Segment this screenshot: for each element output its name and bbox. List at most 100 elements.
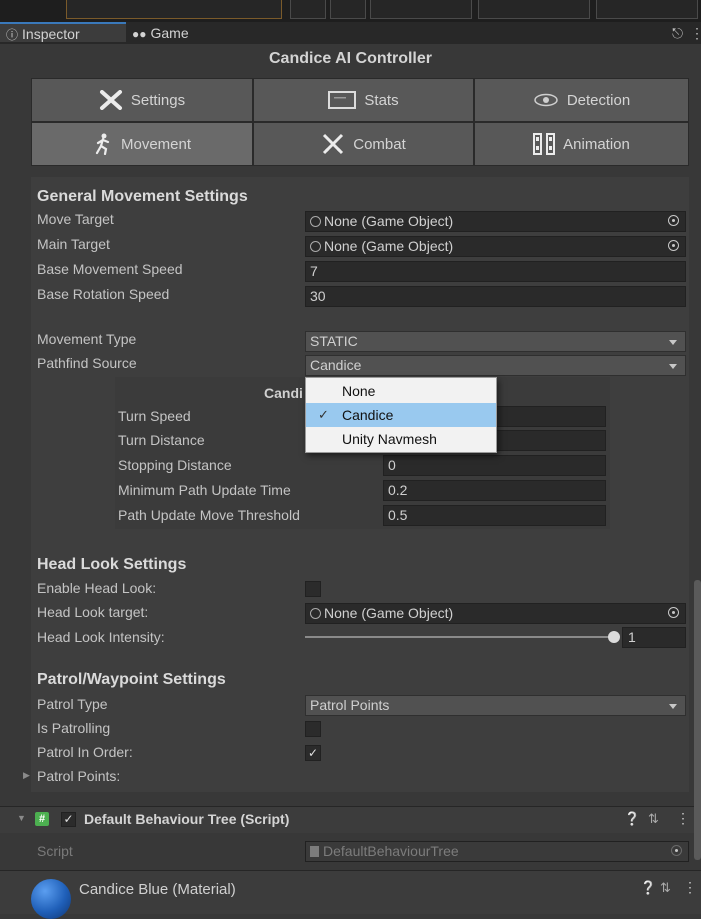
- stopping-distance-field[interactable]: 0: [383, 455, 606, 476]
- settings-category-button[interactable]: Settings: [31, 78, 253, 122]
- movement-category-button[interactable]: Movement: [31, 122, 253, 166]
- turn-distance-label: Turn Distance: [118, 432, 205, 448]
- film-strip-icon: [533, 133, 556, 155]
- slider-handle[interactable]: [608, 631, 620, 643]
- base-movement-speed-label: Base Movement Speed: [37, 261, 183, 277]
- preset-icon[interactable]: ⇅: [648, 811, 659, 827]
- game-object-icon: [310, 608, 321, 619]
- pathfind-source-dropdown[interactable]: Candice: [305, 355, 686, 376]
- help-icon[interactable]: ❔: [624, 811, 640, 827]
- popup-option-unity-navmesh[interactable]: Unity Navmesh: [306, 427, 496, 451]
- main-target-label: Main Target: [37, 236, 110, 252]
- toolbar-button[interactable]: [596, 0, 698, 19]
- base-movement-speed-field[interactable]: 7: [305, 261, 686, 282]
- patrol-type-dropdown[interactable]: Patrol Points: [305, 695, 686, 716]
- game-object-icon: [310, 216, 321, 227]
- patrol-type-label: Patrol Type: [37, 696, 108, 712]
- top-toolbar-strip: [0, 0, 701, 22]
- crossed-swords-icon: [323, 133, 344, 155]
- is-patrolling-label: Is Patrolling: [37, 720, 111, 736]
- more-options-icon[interactable]: ⋮: [683, 879, 697, 896]
- turn-speed-label: Turn Speed: [118, 408, 191, 424]
- lock-icon[interactable]: ⎋: [672, 22, 683, 44]
- object-picker-icon[interactable]: [668, 215, 679, 226]
- toolbar-button[interactable]: [478, 0, 590, 19]
- combat-category-label: Combat: [353, 135, 406, 153]
- is-patrolling-checkbox[interactable]: [305, 721, 321, 737]
- animation-category-label: Animation: [563, 135, 630, 153]
- tab-game[interactable]: ●● Game: [132, 22, 222, 44]
- movement-type-value: STATIC: [310, 333, 358, 349]
- movement-type-dropdown[interactable]: STATIC: [305, 331, 686, 352]
- foldout-arrow-icon[interactable]: ▶: [23, 770, 30, 781]
- preset-icon[interactable]: ⇅: [660, 880, 671, 896]
- toolbar-button[interactable]: [290, 0, 326, 19]
- game-object-icon: [310, 241, 321, 252]
- tab-game-label: Game: [150, 25, 189, 41]
- material-header[interactable]: Candice Blue (Material) ❔ ⇅ ⋮: [0, 870, 701, 919]
- main-target-field[interactable]: None (Game Object): [305, 236, 686, 257]
- toolbar-button[interactable]: [330, 0, 366, 19]
- tab-inspector[interactable]: ⓘ Inspector: [0, 22, 126, 42]
- object-picker-icon[interactable]: [668, 607, 679, 618]
- toolbar-button[interactable]: [370, 0, 472, 19]
- path-update-threshold-field[interactable]: 0.5: [383, 505, 606, 526]
- tab-inspector-label: Inspector: [22, 26, 80, 42]
- eye-icon: [534, 93, 558, 107]
- general-movement-header: General Movement Settings: [37, 188, 248, 205]
- patrol-in-order-checkbox[interactable]: ✓: [305, 745, 321, 761]
- head-look-intensity-field[interactable]: 1: [622, 627, 686, 648]
- animation-category-button[interactable]: Animation: [474, 122, 689, 166]
- popup-option-label: None: [342, 383, 376, 399]
- head-look-target-field[interactable]: None (Game Object): [305, 603, 686, 624]
- vertical-scrollbar[interactable]: [694, 580, 701, 860]
- toolbar-field[interactable]: [66, 0, 282, 19]
- enable-head-look-checkbox[interactable]: [305, 581, 321, 597]
- main-target-value: None (Game Object): [324, 238, 454, 254]
- popup-option-label: Candice: [342, 407, 394, 423]
- popup-option-none[interactable]: None: [306, 379, 496, 403]
- behaviour-tree-header[interactable]: ▼ # ✓ Default Behaviour Tree (Script) ❔ …: [0, 806, 701, 833]
- chevron-down-icon: [669, 340, 677, 345]
- behaviour-tree-title: Default Behaviour Tree (Script): [84, 811, 290, 827]
- script-icon: #: [35, 812, 49, 826]
- patrol-header: Patrol/Waypoint Settings: [37, 671, 226, 688]
- head-look-target-value: None (Game Object): [324, 605, 454, 621]
- move-target-field[interactable]: None (Game Object): [305, 211, 686, 232]
- head-look-intensity-slider[interactable]: [305, 636, 615, 638]
- gamepad-icon: ●●: [132, 27, 147, 41]
- min-path-update-time-field[interactable]: 0.2: [383, 480, 606, 501]
- wrench-cross-icon: [99, 90, 122, 110]
- object-picker-icon[interactable]: [668, 240, 679, 251]
- pathfind-source-popup: None ✓ Candice Unity Navmesh: [305, 377, 497, 453]
- chevron-down-icon: [669, 364, 677, 369]
- detection-category-button[interactable]: Detection: [474, 78, 689, 122]
- path-update-threshold-label: Path Update Move Threshold: [118, 507, 300, 523]
- more-options-icon[interactable]: ⋮: [676, 810, 690, 827]
- enable-head-look-label: Enable Head Look:: [37, 580, 157, 596]
- object-picker-icon: [671, 845, 682, 856]
- help-icon[interactable]: ❔: [640, 880, 656, 896]
- head-look-target-label: Head Look target:: [37, 604, 149, 620]
- material-title: Candice Blue (Material): [79, 881, 236, 898]
- head-look-header: Head Look Settings: [37, 556, 187, 573]
- component-title: Candice AI Controller: [269, 50, 432, 67]
- stats-category-button[interactable]: Stats: [253, 78, 474, 122]
- settings-category-label: Settings: [130, 91, 186, 109]
- component-enabled-checkbox[interactable]: ✓: [61, 812, 76, 827]
- patrol-points-label[interactable]: Patrol Points:: [37, 768, 120, 784]
- popup-option-label: Unity Navmesh: [342, 431, 437, 447]
- checkmark-icon: ✓: [318, 407, 329, 422]
- popup-option-candice[interactable]: ✓ Candice: [306, 403, 496, 427]
- move-target-label: Move Target: [37, 211, 114, 227]
- patrol-in-order-label: Patrol In Order:: [37, 744, 133, 760]
- script-file-icon: [310, 846, 319, 857]
- combat-category-button[interactable]: Combat: [253, 122, 474, 166]
- base-rotation-speed-field[interactable]: 30: [305, 286, 686, 307]
- more-options-icon[interactable]: ⋮: [690, 22, 701, 44]
- script-field: DefaultBehaviourTree: [305, 841, 689, 862]
- stopping-distance-label: Stopping Distance: [118, 457, 232, 473]
- stats-category-label: Stats: [364, 91, 399, 109]
- foldout-arrow-icon[interactable]: ▼: [17, 813, 26, 823]
- patrol-type-value: Patrol Points: [310, 697, 390, 713]
